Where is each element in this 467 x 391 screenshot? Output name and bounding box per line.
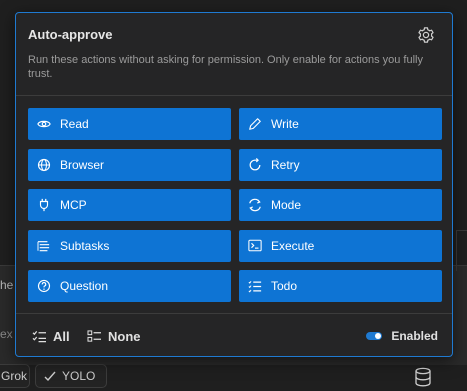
auto-approve-popup: Auto-approve Run these actions without a… (15, 12, 453, 357)
execute-label: Execute (271, 238, 315, 253)
todo-button[interactable]: Todo (239, 270, 442, 302)
todo-label: Todo (271, 279, 298, 293)
mcp-label: MCP (60, 198, 87, 212)
yolo-button[interactable]: YOLO (35, 364, 107, 388)
panel-edge (456, 230, 467, 271)
browser-button[interactable]: Browser (28, 148, 231, 181)
enabled-label: Enabled (391, 329, 438, 343)
select-none-button[interactable]: None (87, 329, 141, 344)
write-label: Write (271, 117, 299, 131)
mcp-button[interactable]: MCP (28, 189, 231, 221)
mode-icon (239, 198, 271, 212)
eye-icon (28, 118, 60, 130)
database-icon[interactable] (414, 367, 432, 387)
popup-footer: All None Enabled (16, 313, 452, 358)
toggle-knob (375, 333, 382, 339)
execute-button[interactable]: Execute (239, 229, 442, 262)
enabled-toggle-group: Enabled (366, 329, 438, 343)
action-grid: Read Write Browser Retry MCP Mode Subtas… (28, 108, 442, 302)
model-selector-label: Grok (1, 369, 28, 383)
background-placeholder-fragment: ex (0, 327, 13, 341)
retry-icon (239, 157, 271, 172)
select-none-label: None (108, 329, 141, 344)
select-all-button[interactable]: All (32, 329, 70, 344)
read-label: Read (60, 117, 89, 131)
pencil-icon (239, 117, 271, 131)
popup-description: Run these actions without asking for per… (28, 54, 423, 80)
popup-title: Auto-approve (28, 27, 113, 42)
subtasks-button[interactable]: Subtasks (28, 229, 231, 262)
mode-label: Mode (271, 198, 302, 212)
question-label: Question (60, 279, 109, 293)
subtasks-label: Subtasks (60, 238, 110, 253)
retry-button[interactable]: Retry (239, 148, 442, 181)
retry-label: Retry (271, 157, 300, 172)
mode-button[interactable]: Mode (239, 189, 442, 221)
gear-icon[interactable] (417, 26, 435, 44)
write-button[interactable]: Write (239, 108, 442, 140)
model-selector[interactable]: Grok (0, 364, 30, 388)
question-icon (28, 279, 60, 293)
background-text-fragment: he (0, 278, 14, 292)
enabled-toggle[interactable] (366, 332, 383, 340)
browser-label: Browser (60, 157, 105, 172)
select-all-label: All (53, 329, 70, 344)
checklist-icon (32, 331, 46, 343)
yolo-label: YOLO (62, 369, 96, 383)
todo-icon (239, 280, 271, 293)
check-icon (44, 371, 56, 381)
subtasks-icon (28, 240, 60, 252)
question-button[interactable]: Question (28, 270, 231, 302)
plug-icon (28, 198, 60, 212)
list-unchecked-icon (87, 330, 101, 342)
globe-icon (28, 158, 60, 172)
read-button[interactable]: Read (28, 108, 231, 140)
terminal-icon (239, 239, 271, 252)
popup-header: Auto-approve Run these actions without a… (16, 13, 452, 96)
